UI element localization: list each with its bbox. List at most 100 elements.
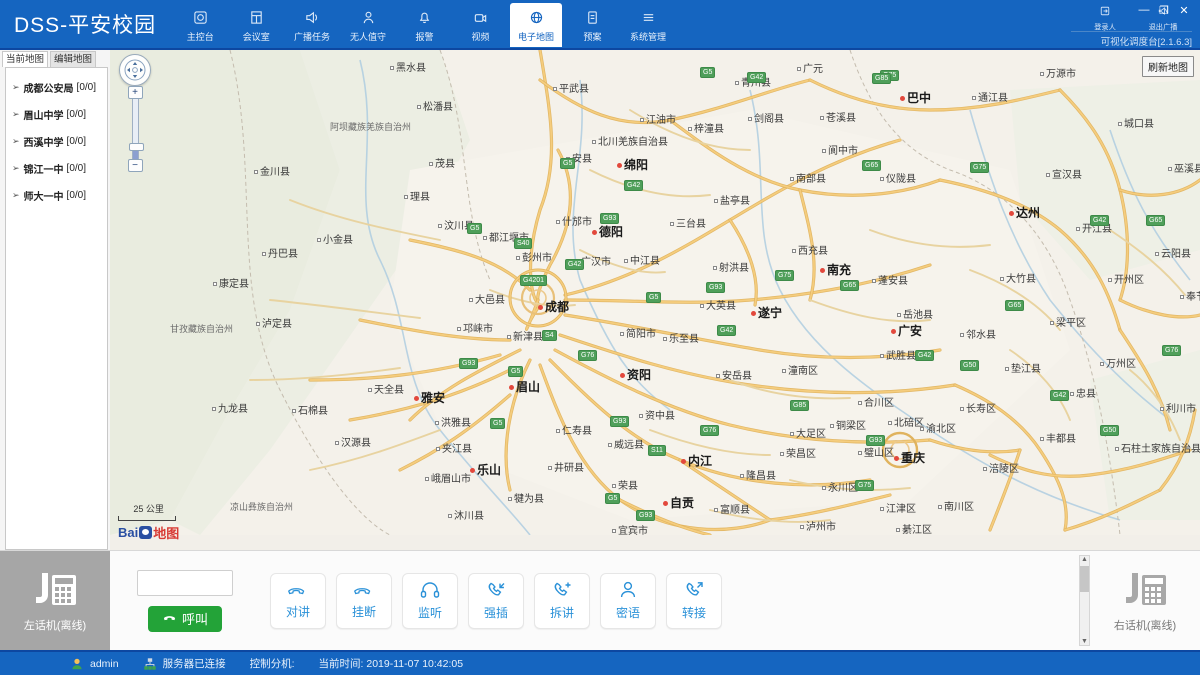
town-marker-icon [880, 354, 884, 358]
scrollbar-thumb[interactable] [1080, 566, 1089, 592]
map-label-text: 城口县 [1124, 119, 1154, 130]
scroll-up-icon[interactable]: ▲ [1081, 556, 1088, 563]
app-header: DSS-平安校园 主控台 会议室 广播任务 [0, 0, 1200, 50]
chevron-right-icon[interactable]: ➢ [12, 109, 20, 120]
tree-item-count: [0/0] [77, 82, 96, 93]
electronic-map-view[interactable]: 成都绵阳德阳眉山资阳遂宁南充广安达州巴中雅安内江自贡乐山重庆广元青川县平武县北川… [110, 50, 1200, 550]
map-label-text: 合川区 [864, 398, 894, 409]
town-marker-icon [1076, 227, 1080, 231]
highway-shield-label: G65 [840, 280, 859, 291]
scroll-down-icon[interactable]: ▼ [1081, 638, 1088, 645]
hangup-button[interactable]: 挂断 [336, 573, 392, 629]
right-phone-panel[interactable]: 右话机(离线) [1090, 551, 1200, 650]
phone-number-input[interactable] [137, 570, 233, 596]
highway-shield-label: G42 [915, 350, 934, 361]
left-phone-panel[interactable]: 左话机(离线) [0, 551, 110, 650]
tree-item-meishan-middle-school[interactable]: ➢ 眉山中学 [0/0] [6, 101, 107, 128]
nav-label-system-management: 系统管理 [630, 29, 666, 42]
town-marker-icon [429, 162, 433, 166]
highway-shield-label: G42 [624, 180, 643, 191]
desk-phone-icon [28, 569, 82, 613]
town-marker-icon [820, 116, 824, 120]
phone-panel-scrollbar[interactable]: ▲ ▼ [1079, 555, 1090, 646]
nav-label-alarm: 报警 [415, 29, 433, 42]
whisper-button[interactable]: 密语 [600, 573, 656, 629]
map-town-label: 邛崃市 [457, 320, 493, 335]
nav-item-electronic-map[interactable]: 电子地图 [510, 3, 562, 47]
map-label-text: 綦江区 [902, 525, 932, 536]
highway-shield-label: G50 [960, 360, 979, 371]
town-marker-icon [507, 335, 511, 339]
zoom-out-button[interactable]: − [128, 159, 143, 172]
map-town-label: 北川羌族自治县 [592, 133, 668, 148]
city-marker-icon [617, 163, 622, 168]
header-action-login-user[interactable]: 登录人 [1084, 5, 1126, 33]
tab-current-map[interactable]: 当前地图 [2, 51, 48, 67]
map-town-label: 理县 [404, 188, 430, 203]
town-marker-icon [213, 282, 217, 286]
tree-item-chengdu-police[interactable]: ➢ 成都公安局 [0/0] [6, 74, 107, 101]
zoom-slider-track[interactable] [132, 99, 139, 159]
map-town-label: 奉节县 [1180, 288, 1200, 303]
window-maximize-button[interactable]: ❐ [1154, 2, 1174, 18]
force-insert-button[interactable]: 强插 [468, 573, 524, 629]
map-label-text: 广元 [803, 64, 823, 75]
chevron-right-icon[interactable]: ➢ [12, 136, 20, 147]
map-town-label: 威远县 [608, 436, 644, 451]
map-label-text: 邻水县 [966, 330, 996, 341]
map-zoom-control[interactable]: + − [127, 86, 143, 172]
nav-item-console[interactable]: 主控台 [174, 3, 226, 47]
nav-item-meeting-room[interactable]: 会议室 [230, 3, 282, 47]
town-marker-icon [880, 507, 884, 511]
status-server-label: 服务器已连接 [163, 656, 226, 671]
intercom-button[interactable]: 对讲 [270, 573, 326, 629]
map-label-text: 眉山 [516, 380, 540, 394]
refresh-map-button[interactable]: 刷新地图 [1142, 56, 1194, 77]
map-pan-control[interactable] [119, 54, 151, 86]
tree-item-jinjiang-no1-middle[interactable]: ➢ 锦江一中 [0/0] [6, 155, 107, 182]
map-town-label: 西充县 [792, 242, 828, 257]
status-server: 服务器已连接 [143, 656, 226, 671]
chevron-right-icon[interactable]: ➢ [12, 163, 20, 174]
nav-item-alarm[interactable]: 报警 [398, 3, 450, 47]
nav-label-meeting-room: 会议室 [243, 29, 270, 42]
monitor-button[interactable]: 监听 [402, 573, 458, 629]
map-label-text: 大邑县 [475, 295, 505, 306]
chevron-right-icon[interactable]: ➢ [12, 82, 20, 93]
map-label-text: 仁寿县 [562, 426, 592, 437]
split-talk-button[interactable]: 拆讲 [534, 573, 590, 629]
map-town-label: 云阳县 [1155, 245, 1191, 260]
town-marker-icon [436, 447, 440, 451]
town-marker-icon [1168, 167, 1172, 171]
tree-item-shida-no1-middle[interactable]: ➢ 师大一中 [0/0] [6, 182, 107, 209]
sidebar-tabs: 当前地图 编辑地图 [0, 50, 110, 67]
nav-item-broadcast-task[interactable]: 广播任务 [286, 3, 338, 47]
nav-item-plan[interactable]: 预案 [566, 3, 618, 47]
tab-edit-map[interactable]: 编辑地图 [50, 51, 96, 67]
map-label-text: 平武县 [559, 84, 589, 95]
unattended-icon [361, 9, 376, 26]
zoom-slider-thumb[interactable] [129, 143, 144, 151]
map-attribution: 25 公里 Bai 地图 [118, 502, 179, 542]
map-label-text: 德阳 [599, 225, 623, 239]
call-button[interactable]: 呼叫 [148, 606, 222, 632]
window-close-button[interactable]: ✕ [1174, 2, 1194, 18]
map-town-label: 资中县 [639, 407, 675, 422]
window-minimize-button[interactable]: — [1134, 2, 1154, 18]
city-marker-icon [894, 456, 899, 461]
transfer-button[interactable]: 转接 [666, 573, 722, 629]
nav-item-unattended[interactable]: 无人值守 [342, 3, 394, 47]
map-label-text: 荣县 [618, 481, 638, 492]
nav-item-video[interactable]: 视频 [454, 3, 506, 47]
highway-shield-label: G65 [1005, 300, 1024, 311]
map-label-text: 涪陵区 [989, 464, 1019, 475]
tree-item-xixi-middle-school[interactable]: ➢ 西溪中学 [0/0] [6, 128, 107, 155]
zoom-in-button[interactable]: + [128, 86, 143, 99]
map-label-text: 江津区 [886, 504, 916, 515]
city-marker-icon [414, 396, 419, 401]
chevron-right-icon[interactable]: ➢ [12, 190, 20, 201]
map-label-text: 盐亭县 [720, 196, 750, 207]
highway-shield-label: G93 [459, 358, 478, 369]
nav-item-system-management[interactable]: 系统管理 [622, 3, 674, 47]
phone-control-bar: 左话机(离线) 呼叫 对讲 挂断 [0, 550, 1200, 650]
